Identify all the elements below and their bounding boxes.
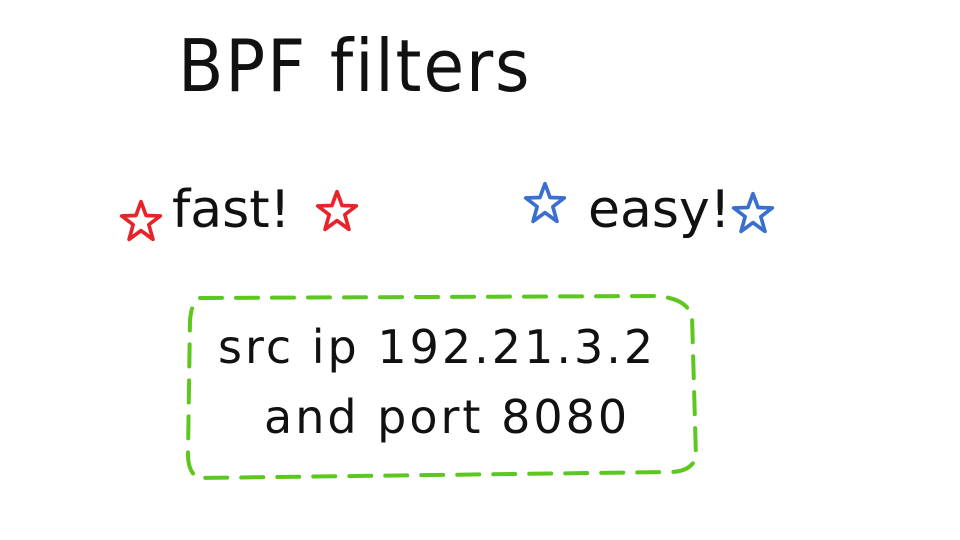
filter-line-1: src ip 192.21.3.2: [218, 320, 657, 374]
feature-easy-label: easy!: [588, 180, 731, 240]
star-icon-blue-right: [731, 191, 775, 234]
filter-line-2: and port 8080: [264, 390, 631, 444]
slide-title: BPF filters: [178, 24, 532, 108]
star-icon: [522, 180, 568, 226]
star-icon: [730, 190, 776, 236]
feature-fast-label: fast!: [172, 180, 291, 240]
star-icon-red-left: [119, 199, 163, 242]
slide: BPF filters fast! easy! src ip 192.21.3.…: [0, 0, 960, 540]
star-icon-red-right: [315, 189, 359, 232]
star-icon: [118, 198, 164, 244]
star-icon: [314, 188, 360, 234]
star-icon-blue-left: [523, 181, 567, 224]
filter-example-box: src ip 192.21.3.2 and port 8080: [185, 293, 702, 481]
